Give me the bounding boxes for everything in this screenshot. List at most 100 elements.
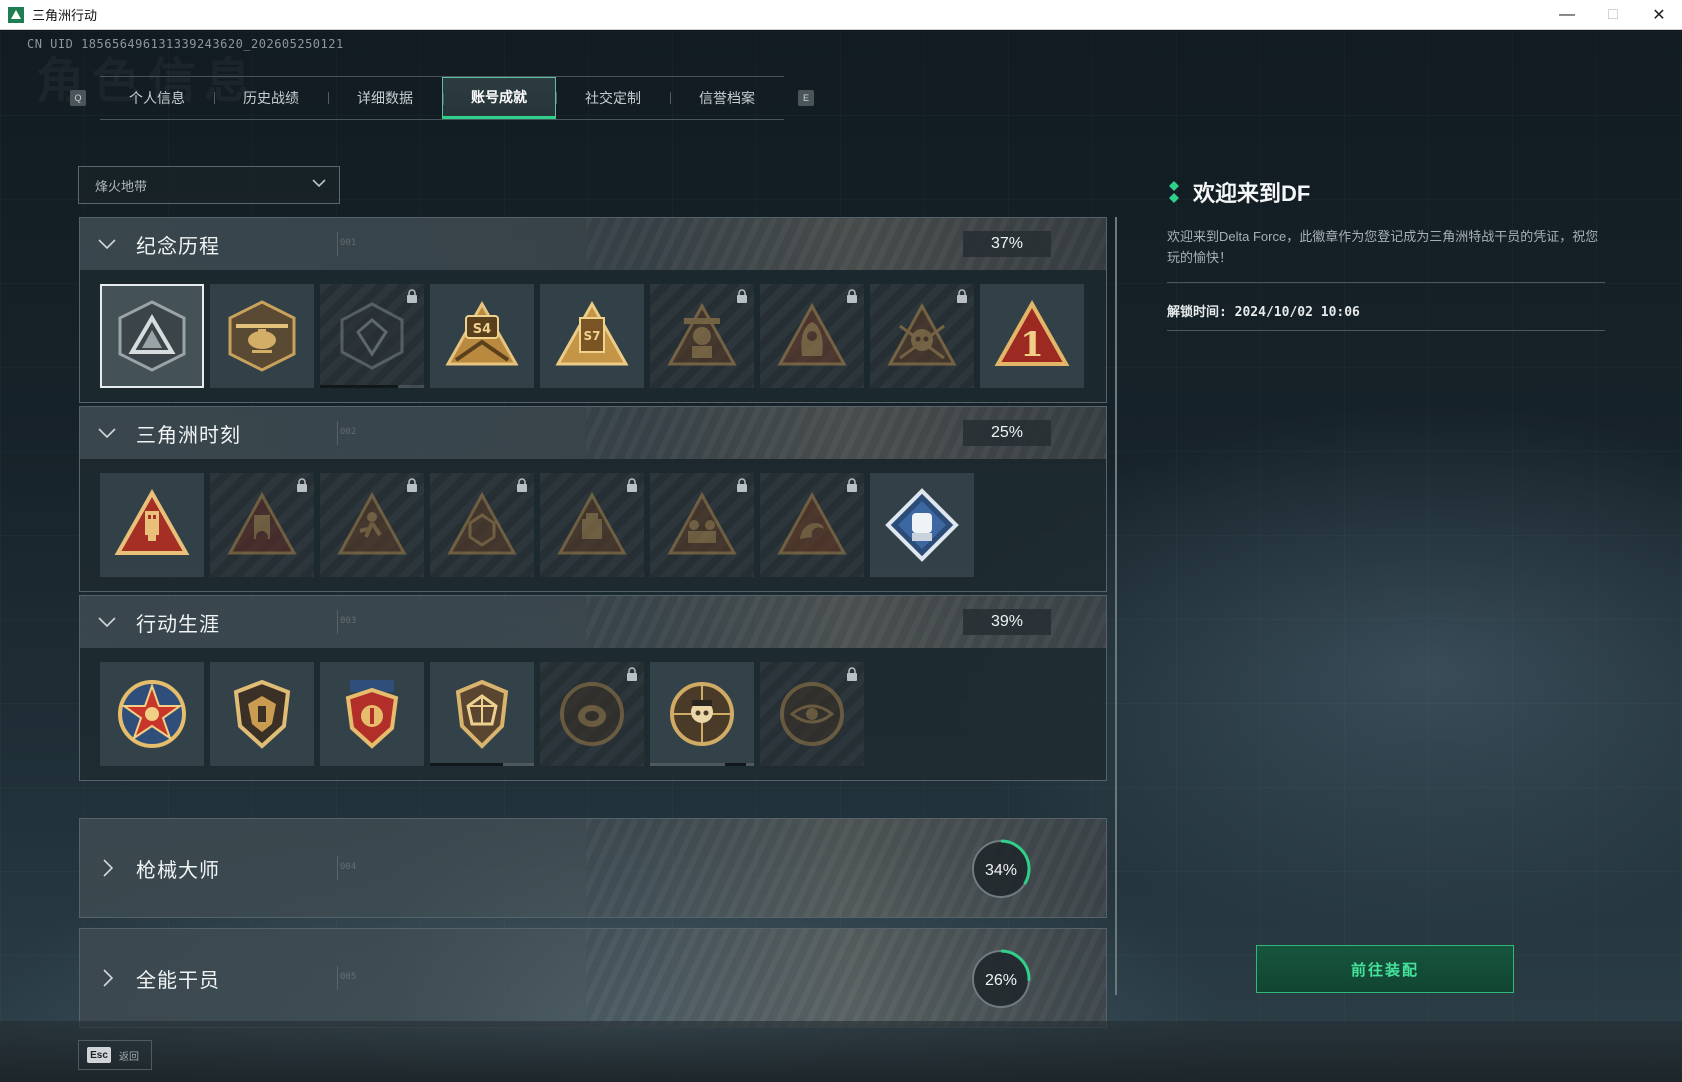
badge-item[interactable] xyxy=(870,284,974,388)
game-screen: 角色信息 CN UID 185656496131339243620_202605… xyxy=(0,31,1682,1082)
badge-item[interactable] xyxy=(100,284,204,388)
tactical-triangle-emblem-icon xyxy=(557,491,627,555)
badge-item[interactable] xyxy=(650,284,754,388)
unlock-time: 解锁时间: 2024/10/02 10:06 xyxy=(1167,305,1360,320)
app-logo-icon xyxy=(8,6,24,23)
prev-tab-key[interactable]: Q xyxy=(70,90,86,106)
coin-medal-icon xyxy=(560,682,624,746)
fist-diamond-emblem-icon xyxy=(885,488,959,562)
badge-item[interactable] xyxy=(210,473,314,577)
badge-item[interactable] xyxy=(430,473,534,577)
skull-coin-medal-icon xyxy=(670,682,734,746)
badge-item[interactable]: S7 xyxy=(540,284,644,388)
section-header[interactable]: 全能干员 005 26% xyxy=(80,929,1106,1027)
detail-header: 欢迎来到DF xyxy=(1167,176,1605,208)
lock-icon xyxy=(297,478,307,492)
badge-row: S4 S7 1 xyxy=(80,270,1106,402)
badge-item[interactable] xyxy=(760,284,864,388)
section-percent: 26% xyxy=(985,972,1017,989)
lock-icon xyxy=(737,289,747,303)
tab-credit-record[interactable]: 信誉档案 xyxy=(670,77,784,119)
lock-icon xyxy=(847,667,857,681)
lock-icon xyxy=(627,667,637,681)
badge-item[interactable] xyxy=(320,284,424,388)
badge-item[interactable] xyxy=(540,473,644,577)
lock-icon xyxy=(737,478,747,492)
badge-item[interactable] xyxy=(650,662,754,766)
detail-title: 欢迎来到DF xyxy=(1193,181,1311,206)
chevron-down-icon xyxy=(98,239,116,250)
section-title: 纪念历程 xyxy=(136,235,220,258)
section-header[interactable]: 纪念历程 001 37% xyxy=(80,218,1106,270)
section-percent: 37% xyxy=(963,231,1051,257)
progress-ring: 34% xyxy=(971,839,1031,899)
badge-item[interactable] xyxy=(210,662,314,766)
bottom-bar xyxy=(0,1021,1682,1082)
tab-social-custom[interactable]: 社交定制 xyxy=(556,77,670,119)
badge-item[interactable] xyxy=(760,473,864,577)
section-header[interactable]: 行动生涯 003 39% xyxy=(80,596,1106,648)
lock-icon xyxy=(407,289,417,303)
lock-icon xyxy=(407,478,417,492)
badge-item[interactable] xyxy=(100,662,204,766)
badge-item[interactable] xyxy=(320,662,424,766)
section-header[interactable]: 三角洲时刻 002 25% xyxy=(80,407,1106,459)
badge-item[interactable] xyxy=(210,284,314,388)
section-operation-career: 行动生涯 003 39% xyxy=(79,595,1107,781)
dice-triangle-emblem-icon xyxy=(447,491,517,555)
badge-item[interactable]: 1 xyxy=(980,284,1084,388)
helicopter-emblem-icon xyxy=(228,300,296,372)
divider xyxy=(337,232,338,256)
progress-ring: 26% xyxy=(971,949,1031,1009)
list-scrollbar[interactable] xyxy=(1115,217,1117,995)
lock-icon xyxy=(847,478,857,492)
eye-coin-medal-icon xyxy=(780,682,844,746)
close-button[interactable]: ✕ xyxy=(1636,0,1682,30)
tab-bar: 个人信息 历史战绩 详细数据 账号成就 社交定制 信誉档案 xyxy=(100,76,784,120)
section-code: 005 xyxy=(340,972,357,982)
lock-icon xyxy=(847,289,857,303)
tab-personal-info[interactable]: 个人信息 xyxy=(100,77,214,119)
lock-icon xyxy=(957,289,967,303)
badge-item[interactable] xyxy=(430,662,534,766)
next-tab-key[interactable]: E xyxy=(798,90,814,106)
maximize-button[interactable]: □ xyxy=(1590,0,1636,30)
tab-match-history[interactable]: 历史战绩 xyxy=(214,77,328,119)
soldier-emblem-icon xyxy=(667,302,737,366)
badge-item[interactable] xyxy=(100,473,204,577)
tab-detailed-data[interactable]: 详细数据 xyxy=(328,77,442,119)
badge-item[interactable] xyxy=(540,662,644,766)
s7-emblem-icon: S7 xyxy=(555,300,629,366)
lock-icon xyxy=(627,478,637,492)
divider xyxy=(1167,282,1605,283)
minimize-button[interactable]: — xyxy=(1544,0,1590,30)
badge-item[interactable] xyxy=(320,473,424,577)
section-title: 三角洲时刻 xyxy=(136,424,241,447)
section-header[interactable]: 枪械大师 004 34% xyxy=(80,819,1106,917)
go-equip-button[interactable]: 前往装配 xyxy=(1256,945,1514,993)
usb-triangle-emblem-icon xyxy=(114,488,190,555)
badge-item[interactable] xyxy=(650,473,754,577)
dragon-triangle-emblem-icon xyxy=(777,491,847,555)
badge-item[interactable] xyxy=(760,662,864,766)
skull-swords-emblem-icon xyxy=(887,302,957,366)
medal-triangle-emblem-icon xyxy=(227,491,297,555)
section-code: 001 xyxy=(340,238,357,248)
back-label: 返回 xyxy=(119,1051,139,1063)
mode-select[interactable]: 烽火地带 xyxy=(78,166,340,204)
number-one-emblem-icon: 1 xyxy=(994,299,1070,366)
hex-shield-emblem-icon xyxy=(340,302,404,370)
tab-navigation: Q 个人信息 历史战绩 详细数据 账号成就 社交定制 信誉档案 E xyxy=(70,76,814,120)
hooded-figure-emblem-icon xyxy=(777,302,847,366)
section-percent: 25% xyxy=(963,420,1051,446)
tab-achievements[interactable]: 账号成就 xyxy=(442,77,556,119)
badge-row xyxy=(80,459,1106,591)
chevron-down-icon xyxy=(98,428,116,439)
detail-description: 欢迎来到Delta Force，此徽章作为您登记成为三角洲特战干员的凭证，祝您玩… xyxy=(1167,229,1599,265)
badge-item[interactable] xyxy=(870,473,974,577)
back-button[interactable]: Esc 返回 xyxy=(78,1040,152,1070)
chevron-down-icon xyxy=(98,617,116,628)
badge-item[interactable]: S4 xyxy=(430,284,534,388)
svg-text:S4: S4 xyxy=(473,322,491,337)
badge-detail-panel: 欢迎来到DF 欢迎来到Delta Force，此徽章作为您登记成为三角洲特战干员… xyxy=(1167,176,1605,331)
